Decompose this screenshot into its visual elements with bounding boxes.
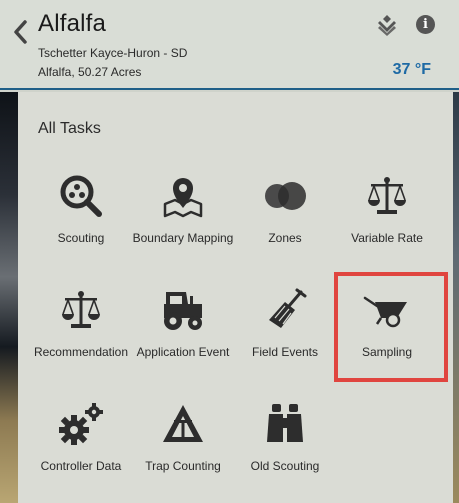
task-old-scouting[interactable]: Old Scouting — [234, 392, 336, 503]
binoculars-icon — [261, 400, 309, 448]
tasks-panel: All Tasks Scouting Boundary Mapping Zone… — [18, 92, 453, 503]
task-scouting[interactable]: Scouting — [30, 164, 132, 278]
task-label: Scouting — [57, 231, 105, 245]
task-sampling[interactable]: Sampling — [334, 272, 448, 392]
zones-circles-icon — [261, 172, 309, 220]
temperature: 37 °F — [392, 61, 431, 78]
task-label: Application Event — [136, 345, 230, 359]
app-header: Alfalfa Tschetter Kayce-Huron - SD Alfal… — [0, 0, 459, 90]
task-label: Zones — [268, 231, 302, 245]
wheelbarrow-icon — [363, 286, 411, 334]
chevron-left-icon — [14, 20, 27, 44]
layers-icon — [378, 15, 396, 36]
back-button[interactable] — [10, 18, 30, 46]
task-label: Trap Counting — [145, 459, 221, 473]
task-zones[interactable]: Zones — [234, 164, 336, 278]
shovel-icon — [261, 286, 309, 334]
layers-button[interactable] — [376, 14, 398, 36]
task-label: Old Scouting — [250, 459, 320, 473]
gears-icon — [57, 400, 105, 448]
task-label: Controller Data — [40, 459, 122, 473]
info-button[interactable]: i — [416, 15, 435, 34]
background-photo — [0, 92, 18, 503]
scale-icon — [57, 286, 105, 334]
task-grid: Scouting Boundary Mapping Zones Variable… — [30, 164, 448, 503]
task-trap-counting[interactable]: Trap Counting — [132, 392, 234, 503]
task-application-event[interactable]: Application Event — [132, 278, 234, 392]
task-label: Boundary Mapping — [132, 231, 234, 245]
task-field-events[interactable]: Field Events — [234, 278, 336, 392]
task-controller-data[interactable]: Controller Data — [30, 392, 132, 503]
scale-icon — [363, 172, 411, 220]
map-pin-icon — [159, 172, 207, 220]
background-photo-edge — [453, 92, 459, 503]
task-label: Sampling — [361, 345, 413, 359]
trap-triangle-icon — [159, 400, 207, 448]
tractor-icon — [159, 286, 207, 334]
magnifier-icon — [57, 172, 105, 220]
page-title: Alfalfa — [38, 10, 107, 37]
field-details: Alfalfa, 50.27 Acres — [38, 65, 142, 79]
info-icon: i — [423, 17, 428, 32]
task-label: Field Events — [251, 345, 319, 359]
task-recommendation[interactable]: Recommendation — [30, 278, 132, 392]
panel-title: All Tasks — [38, 120, 101, 137]
task-variable-rate[interactable]: Variable Rate — [336, 164, 438, 278]
farm-name: Tschetter Kayce-Huron - SD — [38, 46, 188, 60]
task-label: Variable Rate — [351, 231, 423, 245]
task-label: Recommendation — [33, 345, 129, 359]
task-boundary-mapping[interactable]: Boundary Mapping — [132, 164, 234, 278]
